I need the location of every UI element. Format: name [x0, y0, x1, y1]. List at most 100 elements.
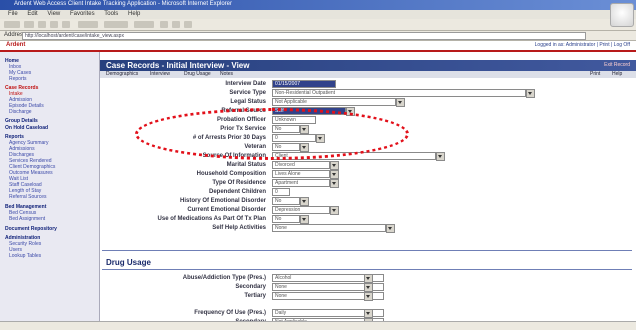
- service-type-select[interactable]: Non-Residential Outpatient: [272, 89, 526, 97]
- header-user-links[interactable]: Logged in as: Administrator | Print | Lo…: [535, 42, 630, 48]
- sidebar-section-on-hold[interactable]: On Hold Caseload: [5, 125, 48, 131]
- app-header: Ardent Logged in as: Administrator | Pri…: [0, 41, 636, 52]
- menu-favorites[interactable]: Favorites: [70, 11, 95, 17]
- field-label: Current Emotional Disorder: [187, 207, 266, 213]
- residence-select[interactable]: Apartment: [272, 179, 330, 187]
- address-bar: Address http://localhost/ardent/case/int…: [0, 31, 636, 41]
- menu-view[interactable]: View: [47, 11, 60, 17]
- chevron-down-icon[interactable]: [526, 89, 535, 98]
- field-label: Legal Status: [230, 99, 266, 105]
- page-title: Case Records - Initial Interview - View: [106, 61, 250, 70]
- main-content: Case Records - Initial Interview - View …: [100, 52, 636, 329]
- legal-status-select[interactable]: Not Applicable: [272, 98, 396, 106]
- field-row-current-emotional: Current Emotional Disorder Depression: [100, 206, 636, 215]
- field-row-marital-status: Marital Status Divorced: [100, 161, 636, 170]
- field-label: Self Help Activities: [212, 225, 266, 231]
- history-button[interactable]: [160, 21, 168, 28]
- current-emotional-select[interactable]: Depression: [272, 206, 330, 214]
- refresh-button[interactable]: [50, 21, 58, 28]
- menu-help[interactable]: Help: [128, 11, 140, 17]
- field-row-dependents: Dependent Children 0: [100, 188, 636, 197]
- sidebar-item[interactable]: Referral Sources: [9, 194, 47, 200]
- field-label: Secondary: [235, 284, 266, 290]
- stop-button[interactable]: [38, 21, 46, 28]
- chevron-down-icon[interactable]: [300, 197, 309, 206]
- browser-toolbar: [0, 19, 636, 31]
- field-label: Interview Date: [225, 81, 266, 87]
- tab-drug-usage[interactable]: Drug Usage: [184, 71, 211, 77]
- exit-record-link[interactable]: Exit Record: [604, 62, 630, 68]
- tab-demographics[interactable]: Demographics: [106, 71, 138, 77]
- chevron-down-icon[interactable]: [386, 224, 395, 233]
- forward-button[interactable]: [24, 21, 34, 28]
- field-row-interview-date: Interview Date 01/15/2007: [100, 80, 636, 89]
- sidebar-item[interactable]: Lookup Tables: [9, 253, 41, 259]
- sidebar-section-group[interactable]: Group Details: [5, 118, 38, 124]
- field-row-frequency: Frequency Of Use (Pres.) Daily: [100, 309, 636, 318]
- chevron-down-icon[interactable]: [330, 170, 339, 179]
- section-divider: [102, 269, 632, 270]
- home-button[interactable]: [62, 21, 70, 28]
- sidebar-item[interactable]: Reports: [9, 76, 27, 82]
- window-titlebar: Ardent Web Access Client Intake Tracking…: [0, 0, 636, 10]
- menu-file[interactable]: File: [8, 11, 18, 17]
- sidebar-nav: Home Inbox My Cases Reports Case Records…: [0, 52, 100, 329]
- favorites-button[interactable]: [104, 21, 128, 28]
- field-row-service-type: Service Type Non-Residential Outpatient: [100, 89, 636, 98]
- field-row-residence: Type Of Residence Apartment: [100, 179, 636, 188]
- field-label: Marital Status: [226, 162, 266, 168]
- windows-logo-icon: [610, 3, 634, 27]
- help-link[interactable]: Help: [612, 71, 622, 77]
- household-select[interactable]: Lives Alone: [272, 170, 330, 178]
- chevron-down-icon[interactable]: [396, 98, 405, 107]
- tab-interview[interactable]: Interview: [150, 71, 170, 77]
- field-row-self-help: Self Help Activities None: [100, 224, 636, 233]
- dependents-input[interactable]: 0: [272, 188, 290, 196]
- sidebar-item[interactable]: Bed Assignment: [9, 216, 45, 222]
- chevron-down-icon[interactable]: [300, 215, 309, 224]
- mail-button[interactable]: [172, 21, 180, 28]
- search-button[interactable]: [78, 21, 98, 28]
- media-button[interactable]: [134, 21, 154, 28]
- subtab-bar: Demographics Interview Drug Usage Notes …: [100, 71, 636, 78]
- field-label: Household Composition: [196, 171, 266, 177]
- back-button[interactable]: [4, 21, 20, 28]
- chevron-down-icon[interactable]: [436, 152, 445, 161]
- chevron-down-icon[interactable]: [330, 161, 339, 170]
- window-title: Ardent Web Access Client Intake Tracking…: [14, 1, 232, 7]
- browser-menubar: File Edit View Favorites Tools Help: [0, 10, 636, 19]
- history-emotional-select[interactable]: No: [272, 197, 300, 205]
- field-label: Type Of Residence: [212, 180, 266, 186]
- annotation-ellipse: [135, 108, 409, 160]
- drug-usage-heading: Drug Usage: [106, 258, 151, 267]
- app-brand: Ardent: [6, 42, 26, 48]
- field-row-legal-status: Legal Status Not Applicable: [100, 98, 636, 107]
- field-label: Tertiary: [244, 293, 266, 299]
- chevron-down-icon[interactable]: [364, 309, 373, 318]
- field-row-history-emotional: History Of Emotional Disorder No: [100, 197, 636, 206]
- field-label: History Of Emotional Disorder: [179, 198, 266, 204]
- chevron-down-icon[interactable]: [364, 283, 373, 292]
- chevron-down-icon[interactable]: [364, 274, 373, 283]
- chevron-down-icon[interactable]: [330, 179, 339, 188]
- menu-edit[interactable]: Edit: [27, 11, 37, 17]
- print-button[interactable]: [184, 21, 192, 28]
- address-input[interactable]: http://localhost/ardent/case/intake_view…: [22, 32, 586, 40]
- field-row-abuse-secondary: Secondary None: [100, 283, 636, 292]
- field-row-abuse-tertiary: Tertiary None: [100, 292, 636, 301]
- medications-select[interactable]: No: [272, 215, 300, 223]
- tab-notes[interactable]: Notes: [220, 71, 233, 77]
- self-help-select[interactable]: None: [272, 224, 386, 232]
- menu-tools[interactable]: Tools: [104, 11, 118, 17]
- field-label: Use of Medications As Part Of Tx Plan: [157, 216, 266, 222]
- marital-status-select[interactable]: Divorced: [272, 161, 330, 169]
- sidebar-section-documents[interactable]: Document Repository: [5, 226, 57, 232]
- chevron-down-icon[interactable]: [364, 292, 373, 301]
- print-link[interactable]: Print: [590, 71, 600, 77]
- field-row-abuse-type: Abuse/Addiction Type (Pres.) Alcohol: [100, 274, 636, 283]
- interview-date-input[interactable]: 01/15/2007: [272, 80, 336, 88]
- field-label: Service Type: [229, 90, 266, 96]
- field-row-household: Household Composition Lives Alone: [100, 170, 636, 179]
- sidebar-item[interactable]: Discharge: [9, 109, 32, 115]
- chevron-down-icon[interactable]: [330, 206, 339, 215]
